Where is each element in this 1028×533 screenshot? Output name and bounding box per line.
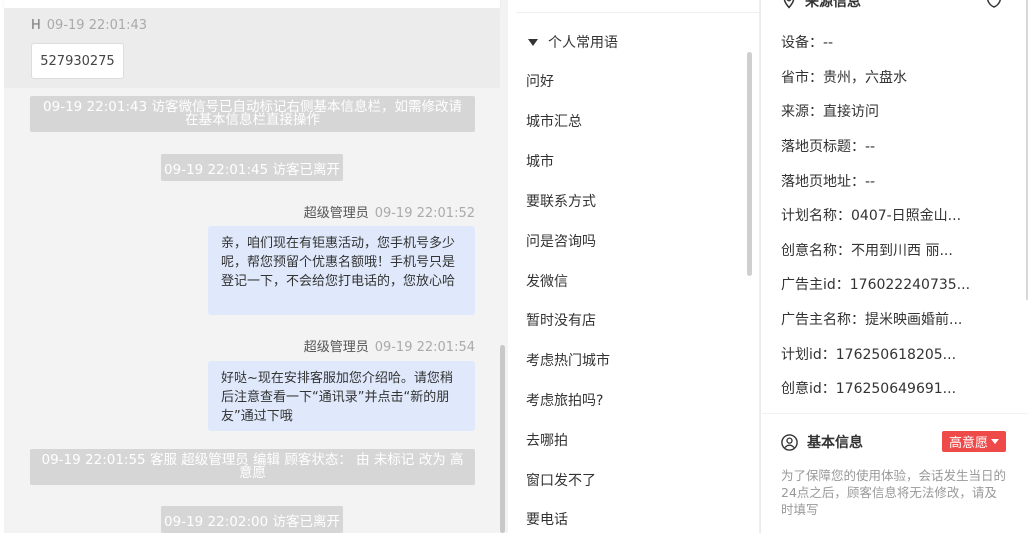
agent-message-time: 09-19 22:01:54: [374, 340, 475, 355]
edit-deadline-notice: 为了保障您的使用体验，会话发生当日的24点之后，顾客信息将无法修改，请及时填写: [781, 468, 1007, 517]
info-advertiser-name: 广告主名称：提米映画婚前...: [781, 312, 963, 328]
phrase-item[interactable]: 城市汇总: [526, 111, 582, 131]
info-landing-title: 落地页标题：--: [781, 139, 876, 155]
visitor-message-time: 09-19 22:01:43: [46, 18, 148, 33]
info-plan-id: 计划id：176250618205...: [781, 347, 957, 363]
agent-message-bubble[interactable]: 好哒~现在安排客服加您介绍哈。请您稍后注意查看一下“通讯录”并点击“新的朋友”通…: [208, 361, 475, 431]
source-info-header: 来源信息: [781, 0, 861, 11]
phrases-group-title: 个人常用语: [548, 35, 618, 51]
phrase-item[interactable]: 要联系方式: [526, 191, 596, 211]
info-creative-id: 创意id：176250649691...: [781, 381, 957, 397]
phrase-item[interactable]: 问好: [526, 71, 554, 91]
chat-scrollbar[interactable]: [500, 345, 505, 533]
info-source: 来源：直接访问: [781, 104, 879, 120]
agent-name: 超级管理员: [303, 206, 369, 221]
basic-info-header: 基本信息: [781, 432, 863, 452]
phrase-item[interactable]: 考虑旅拍吗?: [526, 390, 603, 410]
phrase-item[interactable]: 去哪拍: [526, 430, 568, 450]
intent-status-label: 高意愿: [948, 436, 988, 451]
source-info-title: 来源信息: [805, 0, 861, 10]
phrase-item[interactable]: 发微信: [526, 271, 568, 291]
info-device: 设备：--: [781, 35, 834, 51]
agent-message-meta: 超级管理员 09-19 22:01:52: [304, 202, 475, 221]
visitor-message-meta: H 09-19 22:01:43: [31, 18, 147, 33]
caret-down-icon: [991, 439, 999, 444]
agent-message-time: 09-19 22:01:52: [374, 206, 475, 221]
intent-status-dropdown[interactable]: 高意愿: [942, 431, 1006, 452]
info-plan-name: 计划名称：0407-日照金山...: [781, 208, 962, 224]
phrase-item[interactable]: 考虑热门城市: [526, 350, 610, 370]
location-icon: [783, 0, 795, 9]
basic-info-title: 基本信息: [807, 435, 863, 451]
phrases-top-divider: [516, 12, 760, 13]
system-visitor-left: 09-19 22:02:00 访客已离开: [161, 506, 343, 533]
info-province-city: 省市：贵州，六盘水: [781, 70, 907, 86]
phrases-group-header[interactable]: 个人常用语: [528, 32, 618, 52]
phrase-item[interactable]: 要电话: [526, 509, 568, 529]
common-phrases-panel: 个人常用语 问好 城市汇总 城市 要联系方式 问是咨询吗 发微信 暂时没有店 考…: [508, 0, 760, 533]
triangle-down-icon: [528, 38, 538, 46]
info-section-divider: [760, 413, 1028, 414]
phrase-item[interactable]: 窗口发不了: [526, 470, 596, 490]
phrase-item[interactable]: 问是咨询吗: [526, 231, 596, 251]
system-wechat-notice: 09-19 22:01:43 访客微信号已自动标记右侧基本信息栏，如需修改请在基…: [30, 96, 475, 132]
info-left-divider: [760, 0, 761, 533]
phrase-item[interactable]: 城市: [526, 151, 554, 171]
agent-name: 超级管理员: [303, 340, 369, 355]
system-status-change: 09-19 22:01:55 客服 超级管理员 编辑 顾客状态： 由 未标记 改…: [30, 449, 475, 485]
visitor-message-bubble[interactable]: 527930275: [31, 43, 124, 79]
chat-panel: H 09-19 22:01:43 527930275 09-19 22:01:43…: [0, 0, 508, 533]
info-creative-name: 创意名称：不用到川西 丽...: [781, 243, 953, 259]
agent-message-bubble[interactable]: 亲，咱们现在有钜惠活动，您手机号多少呢，帮您预留个优惠名额哦！手机号只是登记一下…: [208, 226, 475, 315]
chat-top-band: [4, 0, 500, 8]
shield-icon[interactable]: [985, 0, 1003, 8]
system-visitor-left: 09-19 22:01:45 访客已离开: [161, 154, 343, 181]
info-advertiser-id: 广告主id：176022240735...: [781, 277, 971, 293]
user-circle-icon: [781, 433, 798, 451]
info-landing-url: 落地页地址：--: [781, 174, 876, 190]
customer-info-panel: 来源信息 设备：-- 省市：贵州，六盘水 来源：直接访问 落地页标题：-- 落地…: [760, 0, 1028, 533]
visitor-name: H: [31, 18, 41, 33]
agent-message-meta: 超级管理员 09-19 22:01:54: [304, 336, 475, 355]
phrase-item[interactable]: 暂时没有店: [526, 310, 596, 330]
phrases-scrollbar[interactable]: [747, 52, 752, 276]
